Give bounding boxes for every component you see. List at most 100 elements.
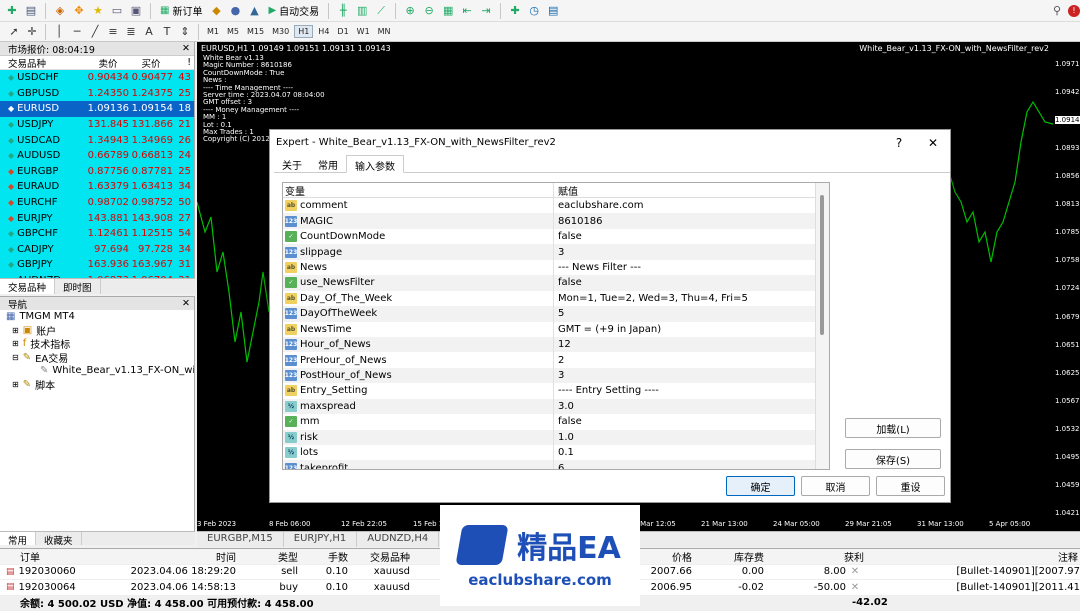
autoscroll-icon[interactable]: ⇥ (478, 3, 494, 19)
market-watch-icon[interactable]: ◈ (52, 3, 68, 19)
terminal-icon[interactable]: ▭ (109, 3, 125, 19)
collapse-icon[interactable]: ⊟ (12, 353, 19, 362)
nav-scripts[interactable]: ⊞✎脚本 (0, 378, 194, 392)
market-watch-row[interactable]: ◆GBPUSD1.243501.2437525 (0, 86, 194, 102)
tab-inputs[interactable]: 输入参数 (346, 155, 404, 173)
close-icon[interactable]: ✕ (182, 298, 190, 309)
col-swap[interactable]: 库存费 (692, 549, 764, 564)
input-value[interactable]: 1.0 (553, 430, 574, 445)
vertical-line-icon[interactable]: │ (51, 24, 67, 40)
col-symbol[interactable]: 交易品种 (348, 549, 410, 564)
col-symbol[interactable]: 交易品种 (0, 56, 87, 70)
market-watch-row[interactable]: ◆EURCHF0.987020.9875250 (0, 195, 194, 211)
cursor-icon[interactable]: ➚ (6, 24, 22, 40)
horizontal-line-icon[interactable]: ─ (69, 24, 85, 40)
col-lots[interactable]: 手数 (298, 549, 348, 564)
new-order-button[interactable]: ▦新订单 (157, 3, 205, 18)
community-icon[interactable]: ● (227, 3, 243, 19)
input-value[interactable]: 0.1 (553, 445, 574, 460)
tf-m5[interactable]: M5 (224, 26, 242, 37)
input-row[interactable]: abDay_Of_The_WeekMon=1, Tue=2, Wed=3, Th… (283, 291, 829, 306)
input-row[interactable]: ✓use_NewsFilterfalse (283, 275, 829, 290)
market-watch-row[interactable]: ◆EURAUD1.633791.6341334 (0, 179, 194, 195)
input-row[interactable]: 123takeprofit6 (283, 460, 829, 470)
tf-m1[interactable]: M1 (204, 26, 222, 37)
metaeditor-icon[interactable]: ◆ (208, 3, 224, 19)
input-value[interactable]: --- News Filter --- (553, 260, 641, 275)
col-bid[interactable]: 卖价 (87, 56, 129, 70)
expand-icon[interactable]: ⊞ (12, 380, 19, 389)
col-order[interactable]: 订单 (0, 549, 110, 564)
close-order-icon[interactable]: ✕ (846, 582, 864, 593)
input-value[interactable]: 5 (553, 306, 564, 321)
input-row[interactable]: abNewsTimeGMT = (+9 in Japan) (283, 322, 829, 337)
tile-windows-icon[interactable]: ▦ (440, 3, 456, 19)
input-value[interactable]: 2 (553, 352, 564, 367)
crosshair-icon[interactable]: ✛ (24, 24, 40, 40)
tf-h1[interactable]: H1 (294, 25, 313, 38)
tab-favorites[interactable]: 收藏夹 (36, 532, 82, 545)
periods-icon[interactable]: ◷ (526, 3, 542, 19)
nav-expert-item[interactable]: ✎White_Bear_v1.13_FX-ON_with (0, 364, 194, 378)
expand-icon[interactable]: ⊞ (12, 339, 19, 348)
tab-symbols[interactable]: 交易品种 (0, 279, 55, 294)
input-value[interactable]: 12 (553, 337, 571, 352)
help-icon[interactable]: ? (882, 136, 916, 150)
close-icon[interactable]: ✕ (916, 136, 950, 150)
navigator-icon[interactable]: ✥ (71, 3, 87, 19)
input-row[interactable]: 123slippage3 (283, 244, 829, 259)
channel-icon[interactable]: ≡ (105, 24, 121, 40)
input-row[interactable]: 123DayOfTheWeek5 (283, 306, 829, 321)
market-watch-row[interactable]: ◆EURUSD1.091361.0915418 (0, 101, 194, 117)
tf-m15[interactable]: M15 (244, 26, 267, 37)
tf-h4[interactable]: H4 (315, 26, 332, 37)
input-value[interactable]: 3.0 (553, 399, 574, 414)
tab-tick-chart[interactable]: 即时图 (55, 279, 101, 294)
col-profit[interactable]: 获利 (764, 549, 864, 564)
bar-chart-icon[interactable]: ╫ (335, 3, 351, 19)
close-icon[interactable]: ✕ (182, 43, 190, 54)
input-row[interactable]: 123PostHour_of_News3 (283, 368, 829, 383)
chart-shift-icon[interactable]: ⇤ (459, 3, 475, 19)
input-value[interactable]: ---- Entry Setting ---- (553, 383, 659, 398)
input-row[interactable]: ✓CountDownModefalse (283, 229, 829, 244)
input-row[interactable]: abcommenteaclubshare.com (283, 198, 829, 213)
chart-tab[interactable]: EURGBP,M15 (197, 532, 284, 547)
tab-about[interactable]: 关于 (274, 155, 310, 172)
trendline-icon[interactable]: ╱ (87, 24, 103, 40)
input-value[interactable]: eaclubshare.com (553, 198, 644, 213)
expand-icon[interactable]: ⊞ (12, 326, 19, 335)
input-row[interactable]: ✓mmfalse (283, 414, 829, 429)
new-chart-icon[interactable]: ✚ (4, 3, 20, 19)
indicators-icon[interactable]: ✚ (507, 3, 523, 19)
favorites-icon[interactable]: ★ (90, 3, 106, 19)
market-watch-row[interactable]: ◆USDJPY131.845131.86621 (0, 117, 194, 133)
input-value[interactable]: false (553, 229, 582, 244)
notifications-icon[interactable]: ! (1068, 5, 1080, 17)
tf-d1[interactable]: D1 (334, 26, 351, 37)
chart-tab[interactable]: EURJPY,H1 (284, 532, 358, 547)
col-value[interactable]: 赋值 (553, 183, 578, 197)
input-value[interactable]: 3 (553, 244, 564, 259)
col-variable[interactable]: 变量 (283, 183, 553, 198)
input-value[interactable]: false (553, 275, 582, 290)
input-row[interactable]: ½maxspread3.0 (283, 399, 829, 414)
input-row[interactable]: ½risk1.0 (283, 430, 829, 445)
input-row[interactable]: 123PreHour_of_News2 (283, 352, 829, 367)
profiles-icon[interactable]: ▤ (23, 3, 39, 19)
input-value[interactable]: GMT = (+9 in Japan) (553, 322, 661, 337)
col-time[interactable]: 时间 (110, 549, 236, 564)
col-type[interactable]: 类型 (236, 549, 298, 564)
zoom-in-icon[interactable]: ⊕ (402, 3, 418, 19)
input-row[interactable]: 123MAGIC8610186 (283, 213, 829, 228)
market-watch-row[interactable]: ◆USDCHF0.904340.9047743 (0, 70, 194, 86)
col-spread[interactable]: ! (173, 57, 193, 68)
market-watch-row[interactable]: ◆AUDUSD0.667890.6681324 (0, 148, 194, 164)
col-ask[interactable]: 买价 (129, 56, 173, 70)
cancel-button[interactable]: 取消 (801, 476, 870, 496)
input-row[interactable]: 123Hour_of_News12 (283, 337, 829, 352)
search-icon[interactable]: ⚲ (1049, 3, 1065, 19)
line-chart-icon[interactable]: ⟋ (373, 3, 389, 19)
market-watch-row[interactable]: ◆EURJPY143.881143.90827 (0, 210, 194, 226)
label-tool-icon[interactable]: T (159, 24, 175, 40)
